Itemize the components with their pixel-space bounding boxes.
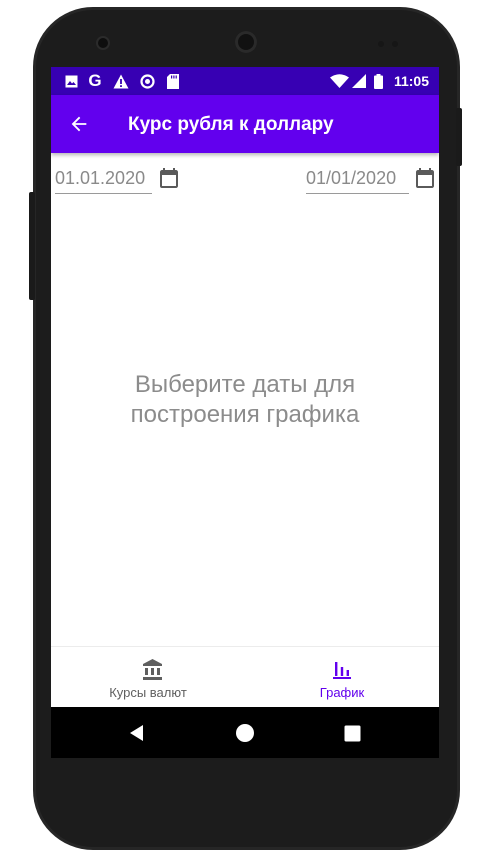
warning-icon	[113, 73, 129, 89]
date-from-underline	[55, 193, 152, 194]
system-recents-button[interactable]	[340, 721, 364, 745]
proximity-sensor	[378, 41, 384, 47]
volume-button	[29, 192, 35, 300]
cell-signal-icon	[351, 73, 367, 89]
app-bar: Курс рубля к доллару	[51, 95, 439, 153]
status-bar: G 11:05	[51, 67, 439, 95]
triangle-back-icon	[130, 725, 143, 741]
nav-label-rates: Курсы валют	[109, 685, 187, 700]
calendar-icon[interactable]	[157, 167, 181, 191]
system-home-button[interactable]	[233, 721, 257, 745]
circle-notification-icon	[139, 73, 155, 89]
bank-icon	[143, 659, 162, 680]
page-title: Курс рубля к доллару	[128, 114, 334, 135]
date-to-underline	[306, 193, 409, 194]
image-notification-icon	[64, 73, 78, 89]
battery-icon	[373, 73, 383, 89]
bottom-navigation: Курсы валют График	[51, 646, 439, 708]
wifi-icon	[329, 73, 349, 89]
empty-chart-message-line2: построения графика	[130, 401, 360, 428]
status-time: 11:05	[393, 73, 429, 89]
nav-label-chart: График	[319, 685, 365, 700]
front-camera	[98, 38, 108, 48]
arrow-back-icon	[71, 116, 87, 132]
date-to-field[interactable]: 01/01/2020	[306, 166, 438, 194]
back-button[interactable]	[65, 110, 93, 138]
nav-item-rates[interactable]: Курсы валют	[51, 647, 245, 708]
google-icon: G	[88, 71, 102, 90]
empty-chart-message-line1: Выберите даты для	[134, 371, 356, 398]
power-button	[456, 108, 462, 166]
screen: G 11:05 Курс рубля к доллару 01.01.2020	[51, 67, 439, 758]
square-recents-icon	[344, 725, 360, 741]
calendar-icon[interactable]	[413, 167, 437, 191]
light-sensor	[392, 41, 398, 47]
bar-chart-icon	[333, 662, 351, 679]
empty-chart-message: Выберите даты для построения графика	[91, 370, 399, 430]
date-from-field[interactable]: 01.01.2020	[55, 166, 187, 194]
sd-card-icon	[166, 73, 180, 89]
date-from-value: 01.01.2020	[55, 168, 146, 188]
date-to-value: 01/01/2020	[306, 168, 397, 188]
nav-item-chart[interactable]: График	[245, 647, 439, 708]
system-back-button[interactable]	[125, 721, 149, 745]
system-navigation-bar	[51, 707, 439, 758]
circle-home-icon	[236, 724, 254, 742]
earpiece-speaker	[235, 31, 257, 53]
